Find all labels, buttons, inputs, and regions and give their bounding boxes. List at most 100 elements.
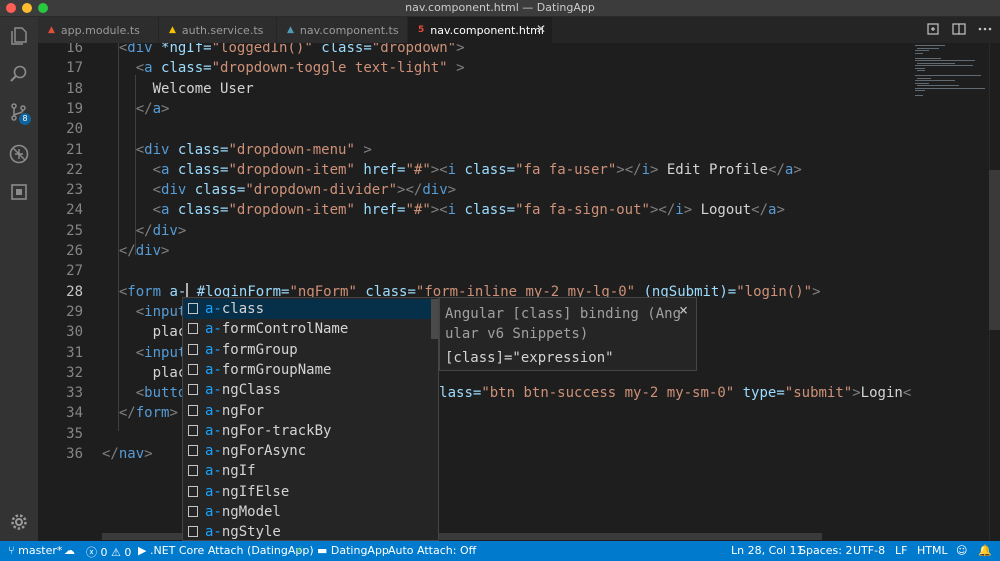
suggestion-item[interactable]: a-formGroupName	[183, 360, 438, 380]
line-number: 31	[66, 344, 83, 361]
debug-config-label: .NET Core Attach (DatingApp)	[149, 544, 314, 557]
line-text: <input	[135, 303, 187, 320]
code-line[interactable]: 23 <div class="dropdown-divider"></div>	[38, 180, 911, 200]
folder-indicator[interactable]: ▬ DatingApp	[317, 544, 389, 557]
tab-nav-component-html[interactable]: 5 nav.component.html ✕	[408, 17, 553, 43]
debug-config[interactable]: ▶ .NET Core Attach (DatingApp)	[138, 544, 314, 557]
code-line[interactable]: 16 <div *ngIf="loggedIn()" class="dropdo…	[38, 43, 911, 58]
indentation[interactable]: Spaces: 2	[799, 544, 852, 557]
line-number: 28	[66, 283, 83, 300]
line-number: 16	[66, 43, 83, 56]
suggestion-item[interactable]: a-formGroup	[183, 340, 438, 360]
close-details-icon[interactable]: ×	[679, 301, 688, 319]
suggestion-item[interactable]: a-class	[183, 299, 438, 319]
code-line[interactable]: 27	[38, 261, 911, 281]
suggestion-item[interactable]: a-ngClass	[183, 380, 438, 400]
settings-gear-icon[interactable]	[0, 507, 38, 537]
minimap[interactable]	[911, 43, 989, 541]
suggestion-item[interactable]: a-ngModel	[183, 502, 438, 522]
suggestion-label: a-ngClass	[205, 382, 281, 399]
code-line[interactable]: 34 </form>	[38, 403, 911, 423]
minimap-line	[915, 75, 981, 76]
line-text: plac	[102, 324, 187, 341]
minimap-line	[915, 67, 925, 69]
tab-label: auth.service.ts	[181, 23, 264, 37]
suggestion-scrollbar-thumb[interactable]	[431, 299, 438, 339]
code-line[interactable]: 36 </nav>	[38, 444, 911, 464]
line-text: <div *ngIf="loggedIn()" class="dropdown"…	[118, 43, 465, 56]
code-line[interactable]: 35	[38, 424, 911, 444]
scm-badge: 8	[19, 113, 31, 125]
tab-app-module[interactable]: ▲ app.module.ts	[38, 17, 159, 43]
suggestion-label: a-ngFor-trackBy	[205, 422, 332, 439]
snippet-icon	[188, 526, 198, 538]
more-actions-icon[interactable]	[978, 22, 992, 36]
snippet-icon	[188, 363, 198, 375]
extensions-icon[interactable]	[0, 177, 38, 207]
minimap-line	[917, 47, 939, 49]
split-editor-icon[interactable]	[952, 22, 966, 36]
code-line[interactable]: 18 Welcome User	[38, 79, 911, 99]
snippet-icon	[188, 303, 198, 314]
notifications-bell-icon[interactable]: 🔔	[978, 544, 992, 557]
suggestion-label: a-ngForAsync	[205, 443, 307, 460]
details-title-line-2: ular v6 Snippets)	[445, 326, 589, 342]
tab-nav-component-ts[interactable]: ▲ nav.component.ts	[277, 17, 408, 43]
auto-attach[interactable]: Auto Attach: Off	[388, 544, 476, 557]
line-text: <div class="dropdown-menu" >	[135, 141, 372, 158]
git-branch[interactable]: ⑂ master*	[8, 544, 62, 557]
suggestion-item[interactable]: a-ngIfElse	[183, 482, 438, 502]
source-control-icon[interactable]: 8	[0, 97, 38, 127]
code-line[interactable]: 24 <a class="dropdown-item" href="#"><i …	[38, 200, 911, 220]
code-line[interactable]: 33 <butto class="btn btn-success my-2 my…	[38, 383, 911, 403]
code-editor[interactable]: 16 <div *ngIf="loggedIn()" class="dropdo…	[38, 43, 911, 541]
line-number: 33	[66, 385, 83, 402]
feedback-smiley-icon[interactable]: ☺	[956, 544, 967, 557]
suggestion-item[interactable]: a-ngFor-trackBy	[183, 421, 438, 441]
suggestion-item[interactable]: a-ngForAsync	[183, 441, 438, 461]
suggestion-item[interactable]: a-ngStyle	[183, 522, 438, 540]
line-number: 26	[66, 243, 83, 259]
line-text: plac	[102, 364, 187, 381]
code-line[interactable]: 21 <div class="dropdown-menu" >	[38, 140, 911, 160]
code-line[interactable]: 17 <a class="dropdown-toggle text-light"…	[38, 58, 911, 78]
debug-icon[interactable]	[0, 139, 38, 169]
search-icon[interactable]	[0, 59, 38, 89]
open-changes-icon[interactable]	[926, 22, 940, 36]
minimap-line	[917, 62, 955, 64]
problems-indicator[interactable]: ⓧ 0 ⚠ 0	[86, 544, 131, 560]
snippet-icon	[188, 323, 198, 335]
snippet-icon	[188, 445, 198, 457]
suggestion-list[interactable]: a-class a-formControlName a-formGroup a-for…	[182, 297, 439, 541]
code-line[interactable]: 20	[38, 119, 911, 139]
title-bar: nav.component.html — DatingApp	[0, 0, 1000, 17]
line-number: 17	[66, 60, 83, 77]
explorer-icon[interactable]	[0, 21, 38, 51]
minimap-line	[915, 52, 923, 54]
code-line[interactable]: 22 <a class="dropdown-item" href="#"><i …	[38, 160, 911, 180]
html-icon: 5	[418, 25, 425, 35]
line-number: 23	[66, 182, 83, 199]
close-tab-icon[interactable]: ✕	[536, 22, 546, 36]
code-line[interactable]: 25 </div>	[38, 221, 911, 241]
warning-count: 0	[124, 546, 132, 559]
line-text: <a class="dropdown-item" href="#"><i cla…	[152, 202, 785, 219]
code-line[interactable]: 19 </a>	[38, 99, 911, 119]
cursor-position[interactable]: Ln 28, Col 11	[731, 544, 804, 557]
encoding[interactable]: UTF-8	[853, 544, 885, 557]
tab-auth-service[interactable]: ▲ auth.service.ts	[159, 17, 277, 43]
code-line[interactable]: 26 </div>	[38, 241, 911, 261]
suggestion-item[interactable]: a-ngIf	[183, 461, 438, 481]
snippet-icon	[188, 384, 198, 396]
live-share-icon[interactable]: ⚡	[295, 544, 303, 557]
line-text: <a class="dropdown-item" href="#"><i cla…	[152, 161, 802, 178]
language-mode[interactable]: HTML	[917, 544, 948, 557]
suggestion-item[interactable]: a-formControlName	[183, 319, 438, 339]
vertical-scrollbar-thumb[interactable]	[989, 170, 1000, 330]
line-number: 32	[66, 364, 83, 381]
suggestion-label: a-ngFor	[205, 402, 265, 419]
suggestion-label: a-ngIfElse	[205, 483, 290, 500]
suggestion-item[interactable]: a-ngFor	[183, 401, 438, 421]
line-ending[interactable]: LF	[895, 544, 907, 557]
sync-icon[interactable]: ☁	[64, 544, 75, 557]
